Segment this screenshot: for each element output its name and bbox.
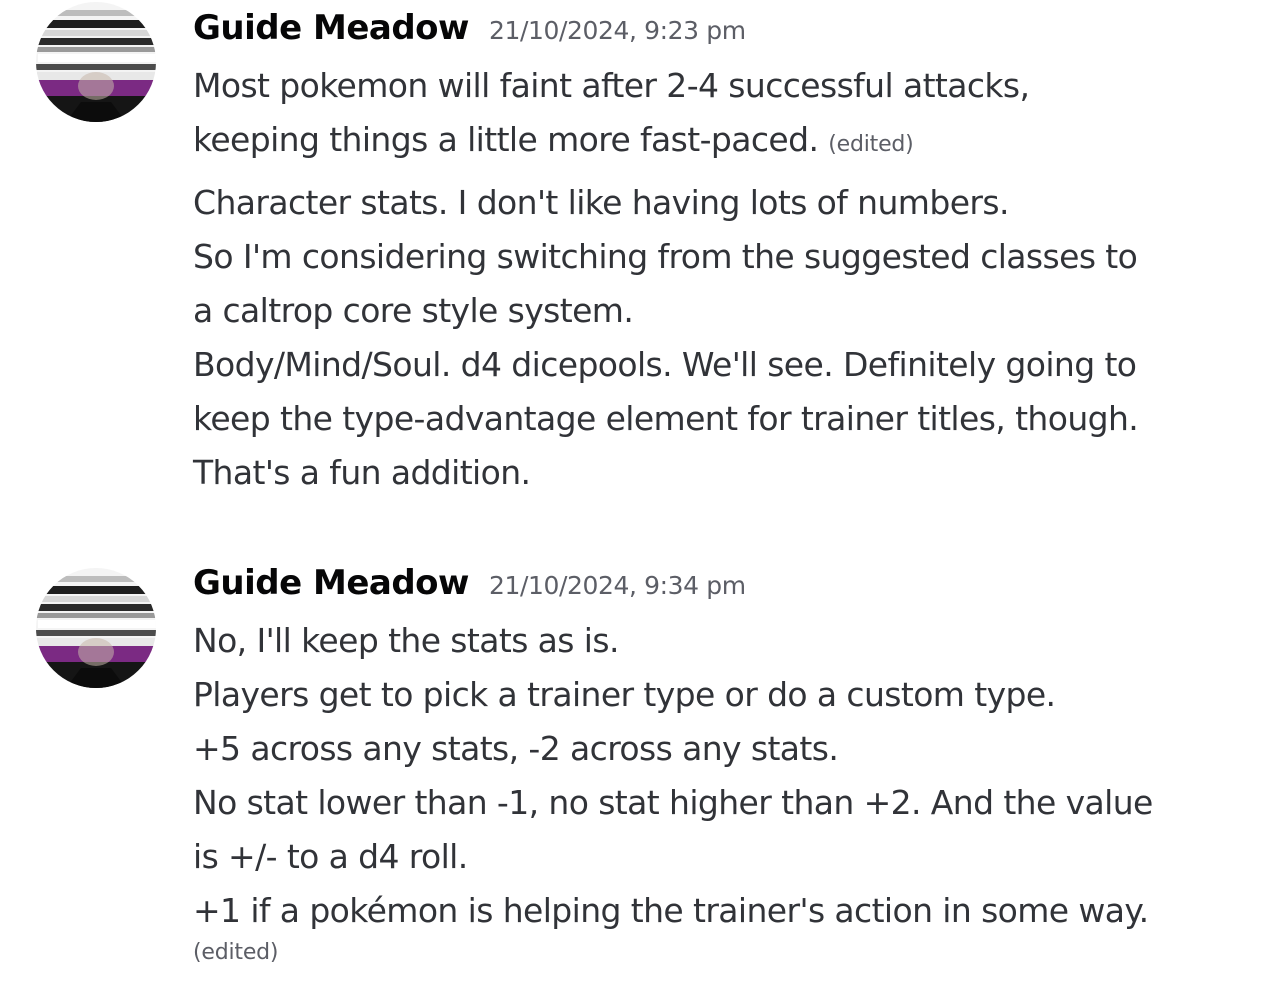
message-line: a caltrop core style system. (193, 291, 634, 330)
user-avatar[interactable] (36, 568, 156, 688)
timestamp[interactable]: 21/10/2024, 9:23 pm (489, 16, 746, 45)
message-line: keep the type-advantage element for trai… (193, 399, 1139, 438)
message-line: is +/- to a d4 roll. (193, 837, 468, 876)
message-line: Players get to pick a trainer type or do… (193, 675, 1056, 714)
message-line: That's a fun addition. (193, 453, 531, 492)
timestamp[interactable]: 21/10/2024, 9:34 pm (489, 571, 746, 600)
user-avatar[interactable] (36, 2, 156, 122)
avatar-image (36, 568, 156, 688)
avatar-image (36, 2, 156, 122)
username[interactable]: Guide Meadow (193, 563, 469, 603)
message-line-text: keeping things a little more fast-paced. (193, 120, 819, 159)
message-line: No, I'll keep the stats as is. (193, 621, 619, 660)
message-line: Most pokemon will faint after 2-4 succes… (193, 66, 1030, 105)
message-header: Guide Meadow 21/10/2024, 9:34 pm (193, 563, 746, 603)
username[interactable]: Guide Meadow (193, 8, 469, 48)
message-header: Guide Meadow 21/10/2024, 9:23 pm (193, 8, 746, 48)
message-line: +5 across any stats, -2 across any stats… (193, 729, 839, 768)
message-line: No stat lower than -1, no stat higher th… (193, 783, 1153, 822)
message-line: keeping things a little more fast-paced.… (193, 120, 914, 165)
edited-label[interactable]: (edited) (193, 940, 279, 965)
edited-label[interactable]: (edited) (828, 132, 914, 157)
message-line: So I'm considering switching from the su… (193, 237, 1138, 276)
message-line: Body/Mind/Soul. d4 dicepools. We'll see.… (193, 345, 1137, 384)
message-line: +1 if a pokémon is helping the trainer's… (193, 891, 1149, 930)
message-line: Character stats. I don't like having lot… (193, 183, 1009, 222)
